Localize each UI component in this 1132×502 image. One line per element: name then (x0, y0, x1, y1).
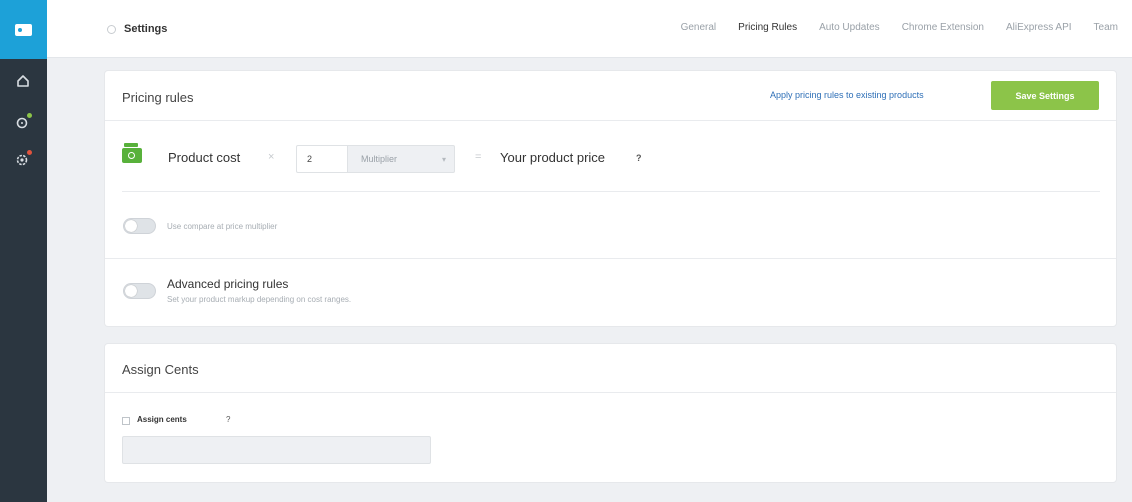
chevron-down-icon: ▾ (441, 155, 446, 164)
toggle-knob (125, 220, 137, 232)
home-icon (17, 75, 29, 87)
settings-circle-icon (107, 24, 116, 34)
status-dot (27, 113, 32, 118)
tab-chrome-extension[interactable]: Chrome Extension (902, 22, 984, 33)
product-price-label: Your product price (500, 150, 606, 165)
assign-cents-checkbox[interactable] (122, 417, 130, 425)
multiplier-type-value: Multiplier (361, 154, 398, 164)
pricing-rules-card: Pricing rules Apply pricing rules to exi… (105, 71, 1116, 326)
top-bar: Settings General Pricing Rules Auto Upda… (47, 0, 1132, 58)
advanced-pricing-subtitle: Set your product markup depending on cos… (167, 295, 352, 304)
sidebar-item-home[interactable] (12, 70, 34, 92)
logo-icon (15, 23, 32, 36)
multiplier-input[interactable] (296, 145, 348, 173)
advanced-pricing-title: Advanced pricing rules (167, 277, 289, 291)
sidebar-item-products[interactable] (12, 111, 34, 133)
assign-cents-card: Assign Cents Assign cents ? (105, 344, 1116, 482)
sidebar-item-settings[interactable] (12, 148, 34, 170)
tab-team[interactable]: Team (1094, 22, 1118, 33)
assign-cents-select[interactable] (122, 436, 431, 464)
divider (105, 120, 1116, 121)
tab-pricing-rules[interactable]: Pricing Rules (738, 22, 797, 33)
page-title: Settings (107, 23, 167, 35)
money-icon (122, 143, 142, 163)
assign-cents-label: Assign cents (137, 415, 187, 424)
tab-aliexpress-api[interactable]: AliExpress API (1006, 22, 1072, 33)
divider (105, 258, 1116, 259)
equals-symbol: = (475, 151, 482, 163)
help-icon[interactable]: ? (636, 153, 642, 163)
advanced-pricing-toggle[interactable] (123, 283, 156, 299)
multiplier-type-select[interactable]: Multiplier ▾ (348, 145, 455, 173)
save-settings-button[interactable]: Save Settings (991, 81, 1099, 110)
help-icon[interactable]: ? (226, 415, 230, 424)
multiply-symbol: × (268, 151, 275, 163)
compare-price-toggle[interactable] (123, 218, 156, 234)
divider (122, 191, 1100, 192)
toggle-knob (125, 285, 137, 297)
sidebar (0, 0, 47, 502)
product-cost-label: Product cost (168, 150, 241, 165)
compare-price-label: Use compare at price multiplier (167, 222, 278, 231)
assign-cents-title: Assign Cents (122, 362, 199, 377)
page-title-text: Settings (124, 23, 168, 35)
tab-auto-updates[interactable]: Auto Updates (819, 22, 880, 33)
tab-general[interactable]: General (681, 22, 717, 33)
pricing-rules-title: Pricing rules (122, 90, 194, 105)
settings-tabs: General Pricing Rules Auto Updates Chrom… (681, 22, 1132, 33)
divider (105, 392, 1116, 393)
notification-dot (27, 150, 32, 155)
app-logo[interactable] (0, 0, 47, 59)
apply-pricing-link[interactable]: Apply pricing rules to existing products (770, 90, 924, 100)
